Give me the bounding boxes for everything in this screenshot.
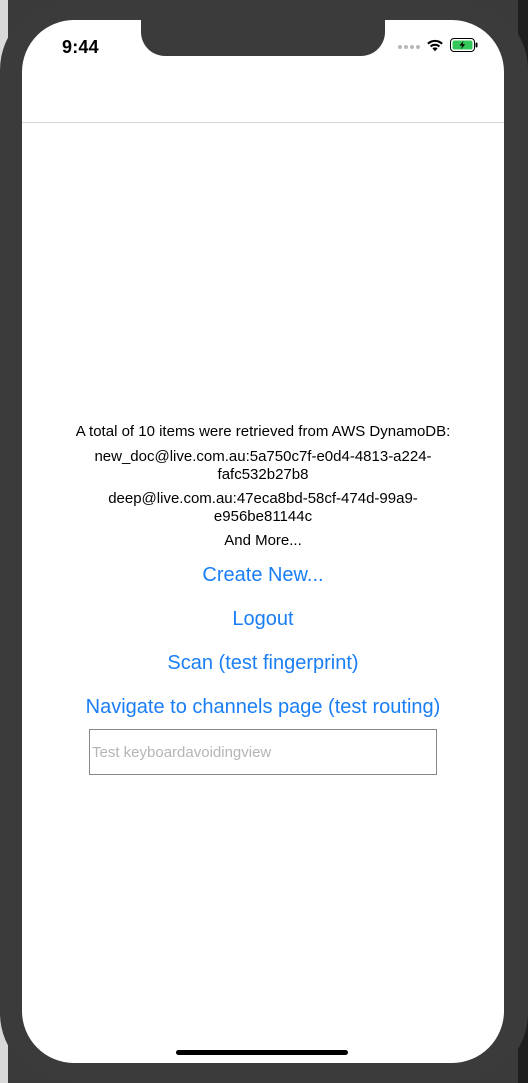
logout-button[interactable]: Logout [232, 607, 293, 631]
more-items-label: And More... [224, 532, 302, 549]
list-item: new_doc@live.com.au:5a750c7f-e0d4-4813-a… [22, 448, 504, 484]
device-notch [141, 20, 385, 56]
list-item-line: deep@live.com.au:47eca8bd-58cf-474d-99a9… [108, 490, 418, 507]
status-icons [398, 37, 478, 57]
app-screen: 9:44 A total of 10 items were retrieved … [22, 20, 504, 1063]
retrieval-summary: A total of 10 items were retrieved from … [75, 423, 451, 440]
keyboard-test-input[interactable] [89, 729, 437, 775]
main-content: A total of 10 items were retrieved from … [22, 422, 504, 775]
list-item-line: new_doc@live.com.au:5a750c7f-e0d4-4813-a… [94, 448, 432, 465]
nav-bar-divider [22, 122, 504, 123]
battery-charging-icon [450, 37, 478, 57]
list-item-line: e956be81144c [213, 508, 313, 525]
list-item-line: fafc532b27b8 [217, 466, 309, 483]
wifi-icon [426, 38, 444, 57]
status-time: 9:44 [62, 37, 99, 57]
home-indicator[interactable] [176, 1050, 348, 1055]
device-frame: 9:44 A total of 10 items were retrieved … [0, 0, 528, 1083]
create-new-button[interactable]: Create New... [202, 563, 323, 587]
scan-fingerprint-button[interactable]: Scan (test fingerprint) [167, 651, 358, 675]
navigate-channels-button[interactable]: Navigate to channels page (test routing) [86, 695, 441, 719]
list-item: deep@live.com.au:47eca8bd-58cf-474d-99a9… [22, 490, 504, 526]
signal-dots-icon [398, 45, 420, 49]
